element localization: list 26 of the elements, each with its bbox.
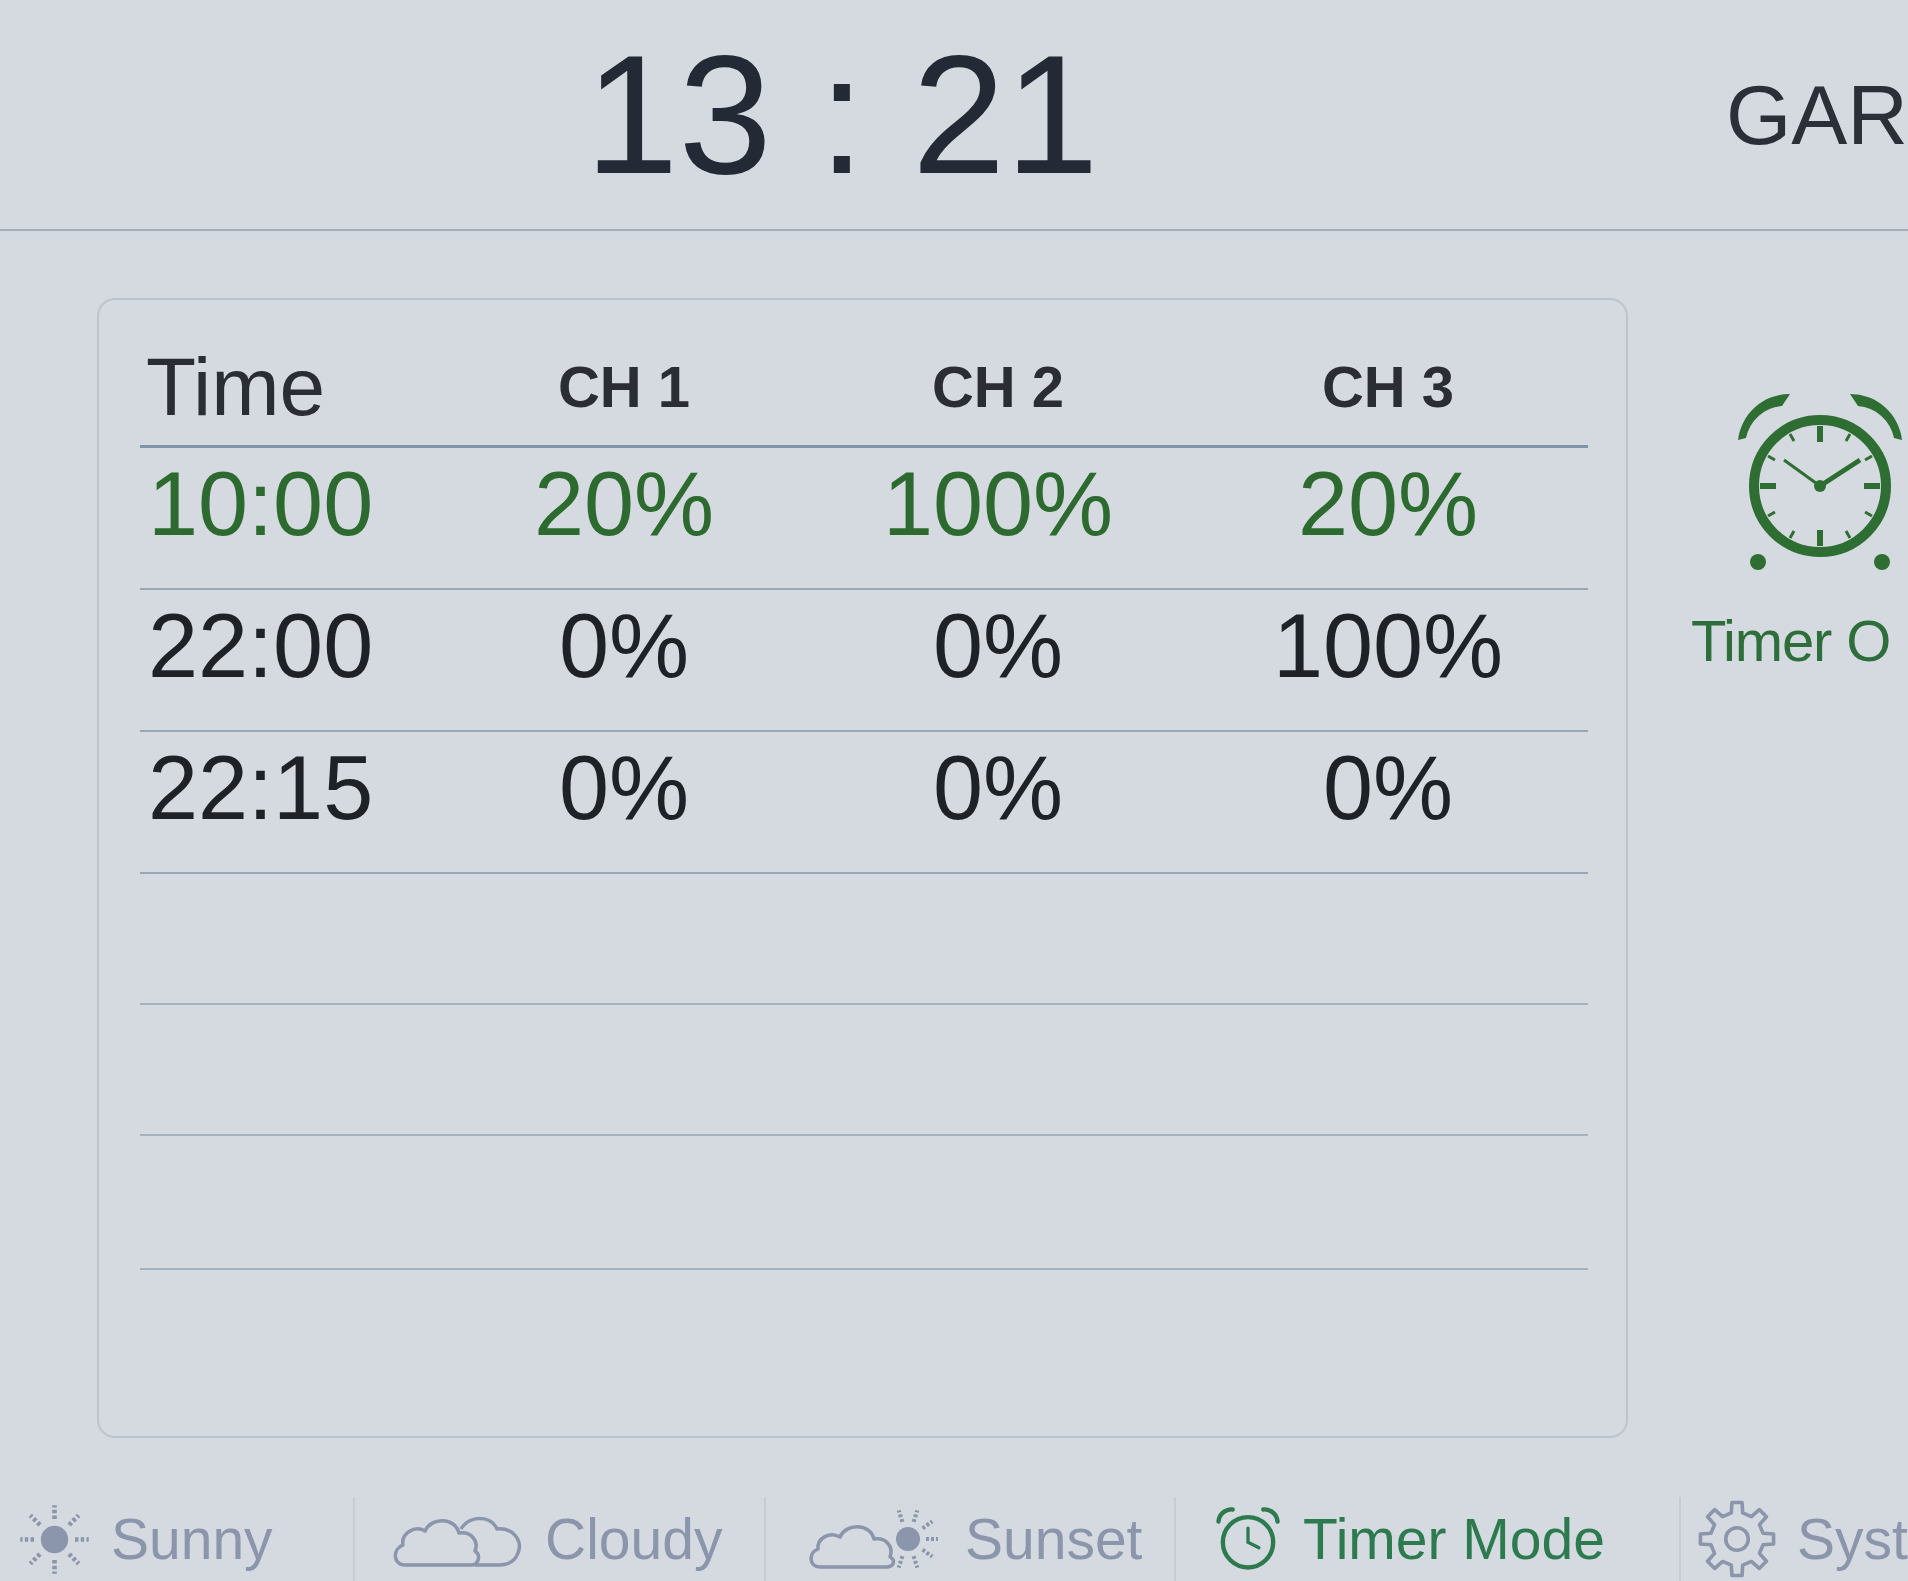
column-header: CH 3 xyxy=(1321,357,1455,416)
clock-time: 13 : 21 xyxy=(585,30,1099,199)
mode-tab[interactable]: Syst xyxy=(1679,1497,1908,1581)
sun-icon xyxy=(18,1502,91,1576)
table-cell: 0% xyxy=(558,743,690,833)
mode-tab[interactable]: Timer Mode xyxy=(1174,1497,1679,1581)
column-header: CH 2 xyxy=(931,357,1065,416)
page-title: GAR xyxy=(1725,72,1908,157)
table-cell-text: 10:00 xyxy=(147,459,374,549)
table-cell: 100% xyxy=(1272,601,1504,691)
table-cell: 0% xyxy=(1322,743,1454,833)
timer-status: Timer O xyxy=(1691,612,1892,670)
table-cell: 20% xyxy=(1297,459,1479,549)
mode-tab[interactable]: Sunset xyxy=(764,1497,1174,1581)
gear-icon xyxy=(1697,1499,1777,1579)
table-cell: 20% xyxy=(533,459,715,549)
mode-tab[interactable]: Cloudy xyxy=(353,1497,764,1581)
column-header: CH 1 xyxy=(557,357,691,416)
table-cell: 0% xyxy=(558,601,690,691)
column-header: Time xyxy=(145,345,326,428)
table-cell: 0% xyxy=(932,743,1064,833)
mode-tab[interactable]: Sunny xyxy=(0,1497,353,1581)
table-cell-text: 22:15 xyxy=(147,743,374,833)
table-cell: 100% xyxy=(882,459,1114,549)
table-cell-text: 22:00 xyxy=(147,601,374,691)
table-cell: 0% xyxy=(932,601,1064,691)
